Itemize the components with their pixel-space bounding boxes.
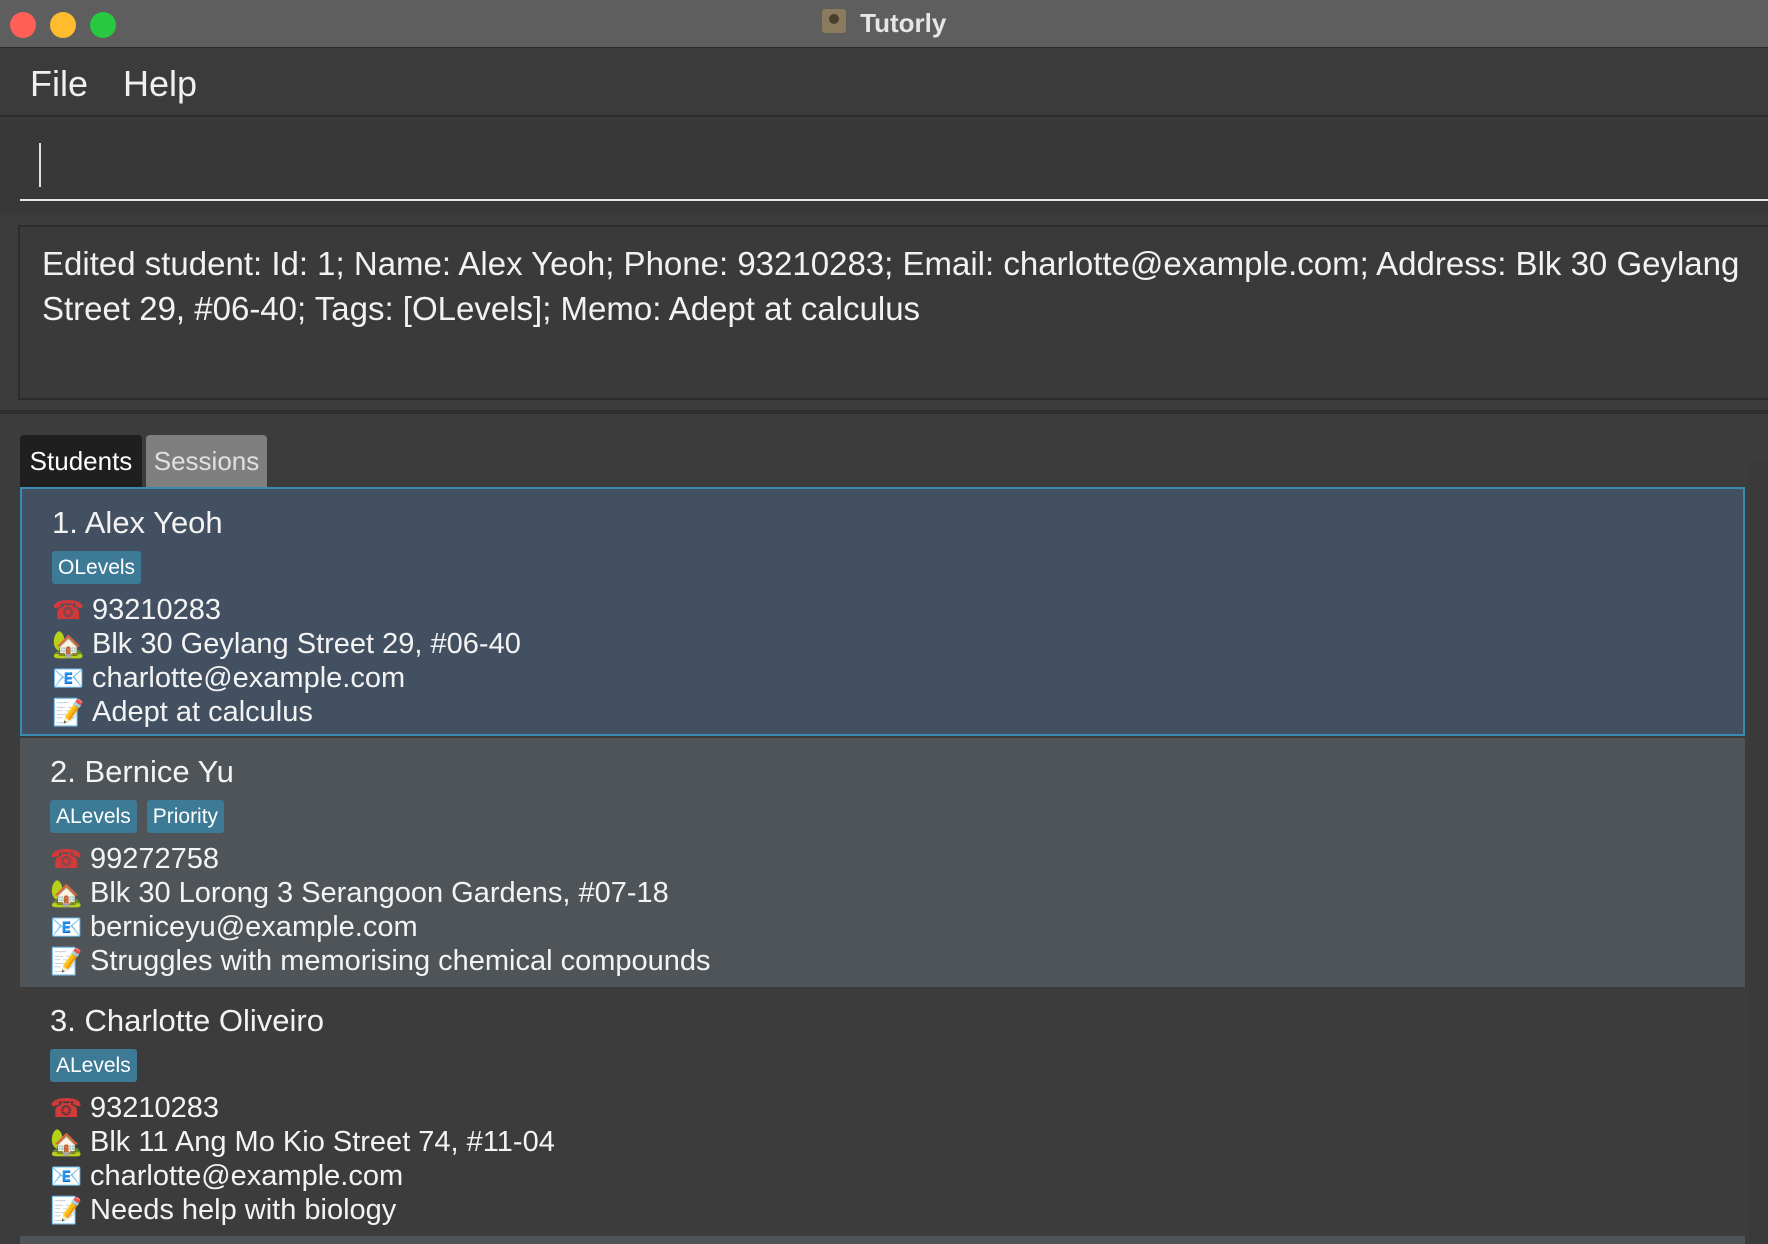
- address-value: Blk 30 Geylang Street 29, #06-40: [92, 628, 521, 660]
- phone-row: ☎ 99272758: [50, 842, 219, 876]
- email-row: 📧 charlotte@example.com: [52, 661, 405, 695]
- phone-row: ☎ 93210283: [52, 593, 221, 627]
- phone-value: 93210283: [92, 594, 222, 626]
- memo-value: Needs help with biology: [90, 1194, 397, 1226]
- window-title: Tutorly: [860, 8, 947, 38]
- tag-list: ALevels Priority: [50, 800, 234, 833]
- memo-row: 📝 Adept at calculus: [52, 695, 313, 729]
- memo-icon: 📝: [50, 1195, 83, 1225]
- phone-row: ☎ 93210283: [50, 1091, 219, 1125]
- tag-badge: ALevels: [50, 800, 137, 833]
- house-icon: 🏡: [50, 1127, 83, 1157]
- address-row: 🏡 Blk 30 Geylang Street 29, #06-40: [52, 627, 521, 661]
- memo-value: Struggles with memorising chemical compo…: [90, 945, 711, 977]
- email-row: 📧 berniceyu@example.com: [50, 910, 418, 944]
- window-title-group: Tutorly: [0, 8, 1768, 39]
- memo-icon: 📝: [52, 697, 85, 727]
- address-value: Blk 30 Lorong 3 Serangoon Gardens, #07-1…: [90, 877, 669, 909]
- command-input[interactable]: [20, 135, 1768, 201]
- tag-list: OLevels: [52, 551, 151, 584]
- menu-file[interactable]: File: [30, 63, 88, 105]
- list-scrollbar[interactable]: [1749, 460, 1768, 1244]
- email-value: charlotte@example.com: [92, 662, 406, 694]
- student-name: 2. Bernice Yu: [50, 754, 234, 789]
- memo-value: Adept at calculus: [92, 696, 313, 728]
- result-message: Edited student: Id: 1; Name: Alex Yeoh; …: [42, 245, 1740, 327]
- phone-icon: ☎: [50, 1093, 83, 1123]
- email-icon: 📧: [52, 663, 85, 693]
- menu-help[interactable]: Help: [123, 63, 197, 105]
- result-display: Edited student: Id: 1; Name: Alex Yeoh; …: [18, 225, 1768, 400]
- house-icon: 🏡: [52, 629, 85, 659]
- email-row: 📧 charlotte@example.com: [50, 1159, 403, 1193]
- text-caret: [39, 143, 41, 187]
- memo-icon: 📝: [50, 946, 83, 976]
- tag-list: ALevels: [50, 1049, 147, 1082]
- memo-row: 📝 Needs help with biology: [50, 1193, 396, 1227]
- memo-row: 📝 Struggles with memorising chemical comp…: [50, 944, 711, 978]
- section-divider: [0, 410, 1768, 414]
- student-card[interactable]: 1. Alex Yeoh OLevels ☎ 93210283 🏡 Blk 30 G…: [20, 487, 1745, 736]
- app-window: Tutorly File Help Edited student: Id: 1;…: [0, 0, 1768, 1244]
- tag-badge: ALevels: [50, 1049, 137, 1082]
- tag-badge: Priority: [146, 800, 225, 833]
- email-icon: 📧: [50, 912, 83, 942]
- student-name: 1. Alex Yeoh: [52, 505, 223, 540]
- student-card[interactable]: 2. Bernice Yu ALevels Priority ☎ 99272758 …: [20, 738, 1745, 987]
- address-row: 🏡 Blk 30 Lorong 3 Serangoon Gardens, #07-…: [50, 876, 669, 910]
- address-value: Blk 11 Ang Mo Kio Street 74, #11-04: [90, 1126, 555, 1158]
- student-name: 3. Charlotte Oliveiro: [50, 1003, 324, 1038]
- house-icon: 🏡: [50, 878, 83, 908]
- phone-icon: ☎: [52, 595, 85, 625]
- phone-value: 93210283: [90, 1092, 220, 1124]
- phone-value: 99272758: [90, 843, 220, 875]
- student-list[interactable]: 1. Alex Yeoh OLevels ☎ 93210283 🏡 Blk 30 G…: [20, 487, 1745, 1244]
- email-icon: 📧: [50, 1161, 83, 1191]
- address-row: 🏡 Blk 11 Ang Mo Kio Street 74, #11-04: [50, 1125, 555, 1159]
- phone-icon: ☎: [50, 844, 83, 874]
- app-icon: [821, 8, 846, 33]
- title-bar[interactable]: Tutorly: [0, 0, 1768, 48]
- tab-sessions[interactable]: Sessions: [146, 435, 267, 487]
- student-card[interactable]: 3. Charlotte Oliveiro ALevels ☎ 93210283 …: [20, 987, 1745, 1236]
- menu-bar: File Help: [0, 49, 1768, 117]
- email-value: berniceyu@example.com: [90, 911, 418, 943]
- email-value: charlotte@example.com: [90, 1160, 404, 1192]
- tag-badge: OLevels: [52, 551, 142, 584]
- tab-students[interactable]: Students: [20, 435, 142, 487]
- student-card-partial[interactable]: [20, 1236, 1745, 1244]
